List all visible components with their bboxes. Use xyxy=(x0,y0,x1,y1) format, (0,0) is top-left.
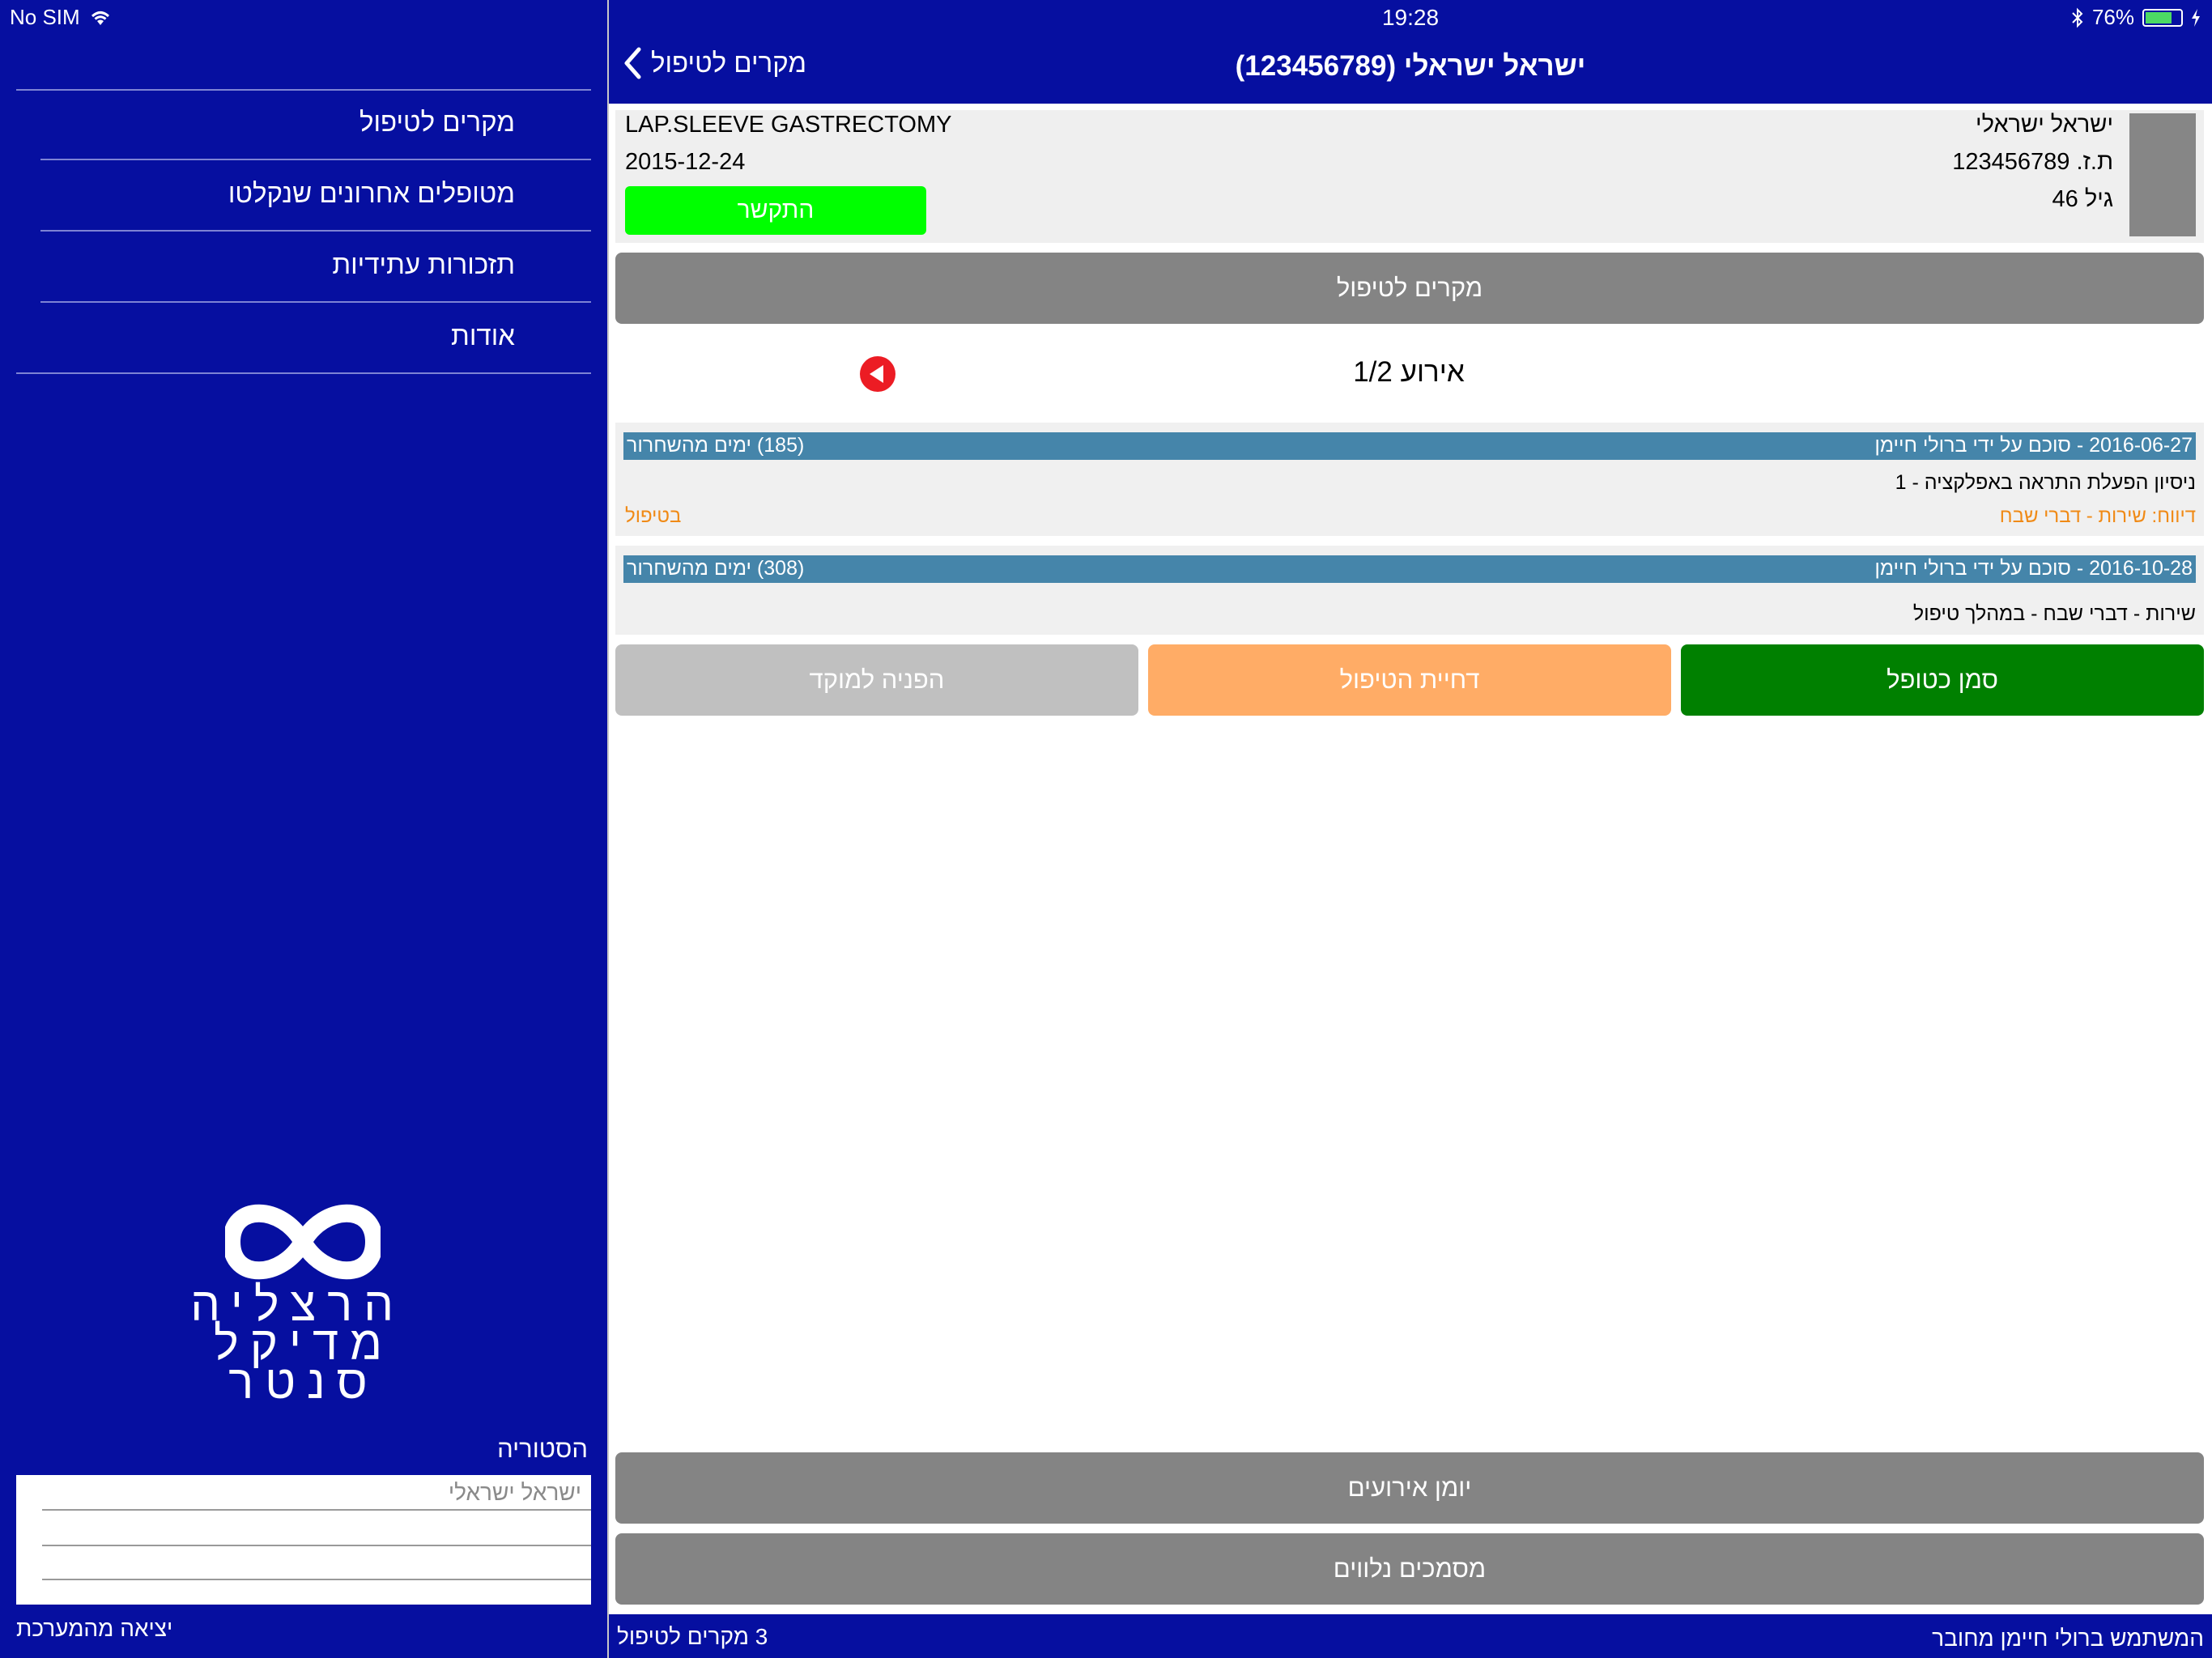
carrier-label: No SIM xyxy=(10,5,80,29)
logout-link[interactable]: יציאה מהמערכת xyxy=(16,1616,172,1642)
bluetooth-icon xyxy=(2072,7,2083,28)
page-title: ישראל ישראלי (123456789) xyxy=(1235,50,1586,82)
history-divider xyxy=(42,1579,591,1580)
event-journal-button[interactable]: יומן אירועים xyxy=(615,1452,2204,1524)
event-summary: 2016-06-27 - סוכם על ידי ברולי חיימן xyxy=(1874,434,2193,457)
menu-divider xyxy=(40,230,591,232)
event-header: (185) ימים מהשחרור 2016-06-27 - סוכם על … xyxy=(623,432,2196,460)
menu-divider xyxy=(16,372,591,374)
charging-icon xyxy=(2192,8,2200,27)
postpone-button[interactable]: דחיית הטיפול xyxy=(1148,644,1671,716)
menu-divider xyxy=(40,301,591,303)
wifi-icon xyxy=(91,11,109,25)
documents-button[interactable]: מסמכים נלווים xyxy=(615,1533,2204,1605)
history-divider xyxy=(42,1509,591,1511)
call-button[interactable]: התקשר xyxy=(625,186,926,235)
mark-handled-button[interactable]: סמן כטופל xyxy=(1681,644,2204,716)
logo-line: סנטר xyxy=(228,1356,379,1409)
hospital-logo-icon xyxy=(225,1204,381,1280)
cases-button[interactable]: מקרים לטיפול xyxy=(615,253,2204,324)
patient-photo xyxy=(2129,113,2196,236)
patient-id: ת.ז. 123456789 xyxy=(1952,149,2113,175)
event-description: ניסיון הפעלת התראה באפלקציה - 1 xyxy=(1895,471,2196,494)
navigation-bar: 19:28 76% מקרים לטיפול ישראל ישראלי (123… xyxy=(609,0,2212,104)
cases-count: 3 מקרים לטיפול xyxy=(617,1624,768,1649)
event-report: דיווח: שירות - דברי שבח xyxy=(1999,505,2196,527)
refer-to-center-button[interactable]: הפניה למוקד xyxy=(615,644,1138,716)
patient-card: ישראל ישראלי ת.ז. 123456789 גיל 46 LAP.S… xyxy=(615,110,2204,243)
patient-name: ישראל ישראלי xyxy=(1976,112,2113,138)
pane-divider xyxy=(607,0,609,1658)
status-bar-left: No SIM xyxy=(10,5,113,30)
battery-percent: 76% xyxy=(2091,5,2134,29)
menu-item-about[interactable]: אודות xyxy=(451,321,515,351)
hospital-logo-text: הרצליה מדיקל סנטר xyxy=(190,1282,405,1409)
battery-icon xyxy=(2142,8,2183,27)
event-status: בטיפול xyxy=(625,505,682,527)
previous-event-icon[interactable] xyxy=(860,356,895,392)
event-pager-label: אירוע 1/2 xyxy=(1353,356,1465,388)
days-since-discharge: (185) ימים מהשחרור xyxy=(627,434,805,457)
event-card[interactable]: (185) ימים מהשחרור 2016-06-27 - סוכם על … xyxy=(615,423,2204,536)
menu-item-reminders[interactable]: תזכורות עתידיות xyxy=(332,249,515,280)
procedure-date: 2015-12-24 xyxy=(625,149,746,175)
menu-item-recent-patients[interactable]: מטופלים אחרונים שנקלטו xyxy=(228,178,515,209)
event-header: (308) ימים מהשחרור 2016-10-28 - סוכם על … xyxy=(623,555,2196,583)
status-bar-right: 76% xyxy=(2071,5,2201,30)
patient-age: גיל 46 xyxy=(2052,186,2113,212)
menu-divider xyxy=(16,89,591,91)
sidebar: No SIM מקרים לטיפול מטופלים אחרונים שנקל… xyxy=(0,0,607,1658)
history-item[interactable]: ישראל ישראלי xyxy=(449,1480,581,1506)
menu-divider xyxy=(40,159,591,160)
history-list: ישראל ישראלי xyxy=(16,1475,591,1605)
event-summary: 2016-10-28 - סוכם על ידי ברולי חיימן xyxy=(1874,557,2193,580)
logged-in-user: המשתמש ברולי חיימן מחובר xyxy=(1932,1626,2204,1651)
history-divider xyxy=(42,1545,591,1546)
event-card[interactable]: (308) ימים מהשחרור 2016-10-28 - סוכם על … xyxy=(615,546,2204,635)
procedure-name: LAP.SLEEVE GASTRECTOMY xyxy=(625,112,952,138)
status-time: 19:28 xyxy=(1381,5,1440,30)
days-since-discharge: (308) ימים מהשחרור xyxy=(627,557,805,580)
menu-item-cases[interactable]: מקרים לטיפול xyxy=(359,107,515,138)
footer-bar: 3 מקרים לטיפול המשתמש ברולי חיימן מחובר xyxy=(609,1614,2212,1658)
event-description: שירות - דברי שבח - במהלך טיפול xyxy=(1912,602,2196,625)
battery-level xyxy=(2146,11,2172,23)
history-title: הסטוריה xyxy=(497,1435,588,1463)
